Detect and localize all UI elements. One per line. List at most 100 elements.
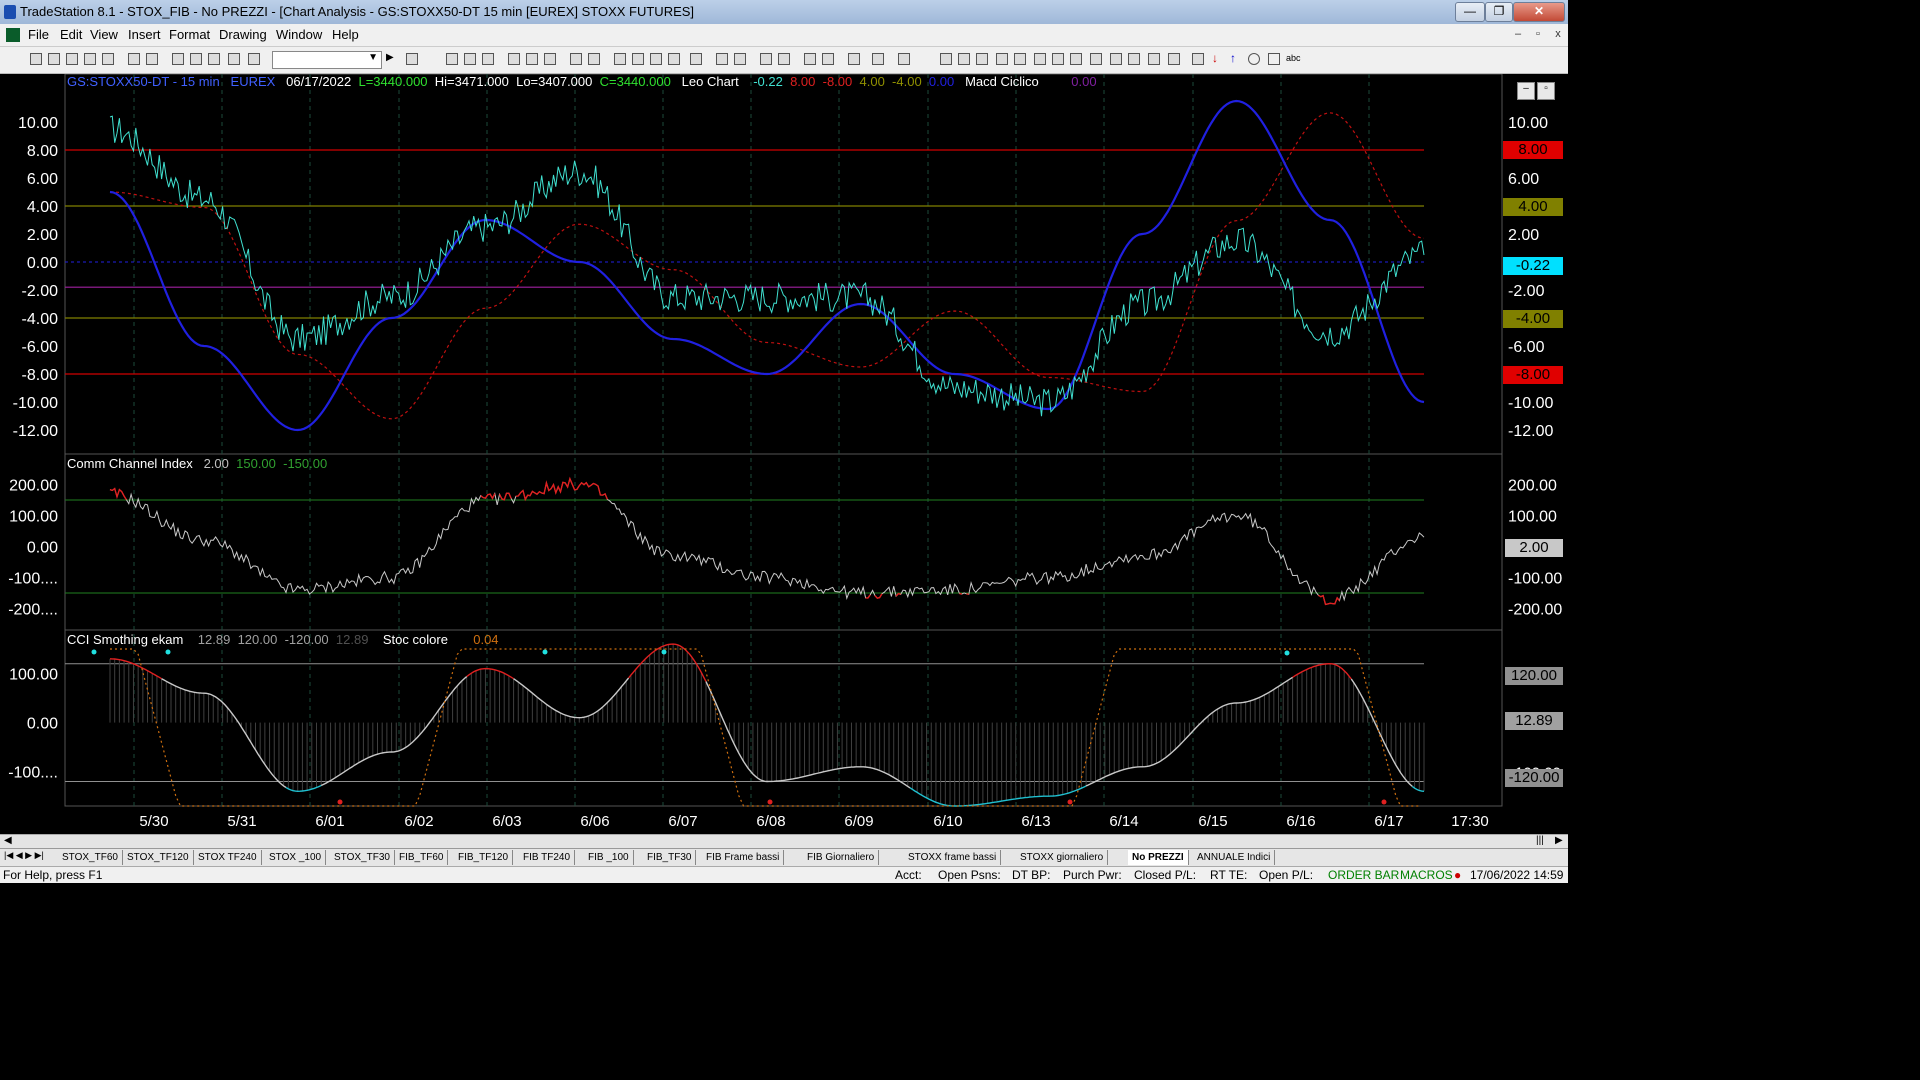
- curve-icon[interactable]: [1192, 53, 1204, 65]
- chart-bar-icon[interactable]: [446, 53, 458, 65]
- zoom-out-icon[interactable]: [778, 53, 790, 65]
- refresh-icon[interactable]: [588, 53, 600, 65]
- tab-stox-tf240[interactable]: STOX TF240: [194, 850, 262, 865]
- pencil-icon[interactable]: [1168, 53, 1180, 65]
- study-stoc-colore[interactable]: Stoc colore: [383, 632, 448, 647]
- scroll-grip-icon[interactable]: |||: [1536, 835, 1544, 846]
- indicator-icon[interactable]: [508, 53, 520, 65]
- tab-fib-tf120[interactable]: FIB_TF120: [454, 850, 514, 865]
- ellipse-icon[interactable]: [1248, 53, 1260, 65]
- tab-stoxx-frame-bassi[interactable]: STOXX frame bassi: [904, 850, 1002, 865]
- ohlc-icon[interactable]: [650, 53, 662, 65]
- gann-icon[interactable]: [1034, 53, 1046, 65]
- horizontal-scrollbar[interactable]: ◀ ||| ▶: [0, 834, 1568, 849]
- window-icon[interactable]: [172, 53, 184, 65]
- tab-fib-tf60[interactable]: FIB_TF60: [395, 850, 449, 865]
- save-icon[interactable]: [102, 53, 114, 65]
- arrow-up-icon[interactable]: ↑: [1230, 51, 1242, 65]
- hammer-icon[interactable]: [848, 53, 860, 65]
- chart-line-icon[interactable]: [464, 53, 476, 65]
- grid-icon[interactable]: [482, 53, 494, 65]
- minimize-button[interactable]: —: [1455, 2, 1485, 22]
- new-workspace-icon[interactable]: [66, 53, 78, 65]
- tradestation-logo-icon[interactable]: [6, 28, 20, 42]
- data-window-icon[interactable]: [872, 53, 884, 65]
- lock-icon[interactable]: [208, 53, 220, 65]
- print-icon[interactable]: [128, 53, 140, 65]
- symbol-combo[interactable]: ▼: [272, 51, 382, 69]
- tab-fib-giornaliero[interactable]: FIB Giornaliero: [803, 850, 880, 865]
- tools-icon[interactable]: [228, 53, 240, 65]
- symbol-label[interactable]: GS:STOXX50-DT - 15 min: [67, 74, 220, 89]
- strategy-icon[interactable]: [526, 53, 538, 65]
- line-on-close-icon[interactable]: [690, 53, 702, 65]
- chart-canvas[interactable]: 5/30 5/31 6/01 6/02 6/03 6/06 6/07 6/08 6/09 6/10…: [0, 74, 1568, 834]
- mdi-restore-button[interactable]: ▫: [1530, 27, 1546, 43]
- alert-icon[interactable]: [898, 53, 910, 65]
- scroll-right-icon[interactable]: ▶: [1555, 835, 1563, 846]
- hlc-icon[interactable]: [668, 53, 680, 65]
- maximize-button[interactable]: ❐: [1485, 2, 1513, 22]
- tab-fib-tf240[interactable]: FIB TF240: [519, 850, 576, 865]
- fibonacci-icon[interactable]: [996, 53, 1008, 65]
- regression-icon[interactable]: [1090, 53, 1102, 65]
- horizontal-lines-icon[interactable]: [976, 53, 988, 65]
- tab-no-prezzi[interactable]: No PREZZI: [1128, 850, 1189, 865]
- macros-button[interactable]: MACROS: [1400, 868, 1453, 882]
- trendline-icon[interactable]: [940, 53, 952, 65]
- vertical-lines-icon[interactable]: [958, 53, 970, 65]
- study-macd-ciclico[interactable]: Macd Ciclico: [965, 74, 1039, 89]
- tab-nav-icon[interactable]: |◀ ◀ ▶ ▶|: [4, 850, 44, 861]
- study-leo-chart[interactable]: Leo Chart: [682, 74, 739, 89]
- mdi-minimize-button[interactable]: –: [1510, 27, 1526, 43]
- menu-edit[interactable]: Edit: [60, 27, 82, 42]
- arc-icon[interactable]: [1148, 53, 1160, 65]
- tab-stox-tf120[interactable]: STOX_TF120: [123, 850, 194, 865]
- chart-analysis-window[interactable]: 5/30 5/31 6/01 6/02 6/03 6/06 6/07 6/08 6/09 6/10…: [0, 74, 1568, 834]
- tab-annuale-indici[interactable]: ANNUALE Indici: [1193, 850, 1276, 865]
- zoom-in-icon[interactable]: [760, 53, 772, 65]
- arrow-h-icon[interactable]: [1110, 53, 1122, 65]
- menu-format[interactable]: Format: [169, 27, 210, 42]
- zoom-out-bars-icon[interactable]: [734, 53, 746, 65]
- menu-file[interactable]: File: [28, 27, 49, 42]
- tab-stox-tf60[interactable]: STOX_TF60: [58, 850, 123, 865]
- crosshair-icon[interactable]: [822, 53, 834, 65]
- speedline-icon[interactable]: [1014, 53, 1026, 65]
- new-icon[interactable]: [30, 53, 42, 65]
- tab-fib-tf30[interactable]: FIB_TF30: [643, 850, 697, 865]
- menu-view[interactable]: View: [90, 27, 118, 42]
- open-workspace-icon[interactable]: [84, 53, 96, 65]
- andrews-pitchfork-icon[interactable]: [1052, 53, 1064, 65]
- study-cci[interactable]: Comm Channel Index: [67, 456, 193, 471]
- print-preview-icon[interactable]: [146, 53, 158, 65]
- open-icon[interactable]: [48, 53, 60, 65]
- tab-stoxx-giornaliero[interactable]: STOXX giornaliero: [1016, 850, 1109, 865]
- tab-fib-frame-bassi[interactable]: FIB Frame bassi: [702, 850, 785, 865]
- layout-icon[interactable]: [190, 53, 202, 65]
- tab-stox-100[interactable]: STOX _100: [265, 850, 327, 865]
- paintbar-icon[interactable]: [544, 53, 556, 65]
- tab-fib-100[interactable]: FIB _100: [584, 850, 634, 865]
- study-cci-smoothing[interactable]: CCI Smothing ekam: [67, 632, 183, 647]
- channel-icon[interactable]: [1128, 53, 1140, 65]
- arrow-down-icon[interactable]: ↓: [1212, 51, 1224, 65]
- mdi-close-button[interactable]: x: [1550, 27, 1566, 43]
- pointer-icon[interactable]: [804, 53, 816, 65]
- menu-help[interactable]: Help: [332, 27, 359, 42]
- menu-insert[interactable]: Insert: [128, 27, 161, 42]
- menu-drawing[interactable]: Drawing: [219, 27, 267, 42]
- format-icon[interactable]: [570, 53, 582, 65]
- rectangle-icon[interactable]: [1268, 53, 1280, 65]
- search-icon[interactable]: [406, 53, 418, 65]
- play-icon[interactable]: ▶: [386, 52, 398, 64]
- panel-minimize-button[interactable]: –: [1517, 82, 1535, 100]
- zoom-in-bars-icon[interactable]: [716, 53, 728, 65]
- panel-restore-button[interactable]: ▫: [1537, 82, 1555, 100]
- scroll-left-icon[interactable]: ◀: [4, 835, 12, 846]
- text-tool-icon[interactable]: abc: [1286, 53, 1306, 65]
- fib-time-icon[interactable]: [1070, 53, 1082, 65]
- order-bar-button[interactable]: ORDER BAR: [1328, 868, 1399, 882]
- tab-stox-tf30[interactable]: STOX_TF30: [330, 850, 395, 865]
- globe-icon[interactable]: [248, 53, 260, 65]
